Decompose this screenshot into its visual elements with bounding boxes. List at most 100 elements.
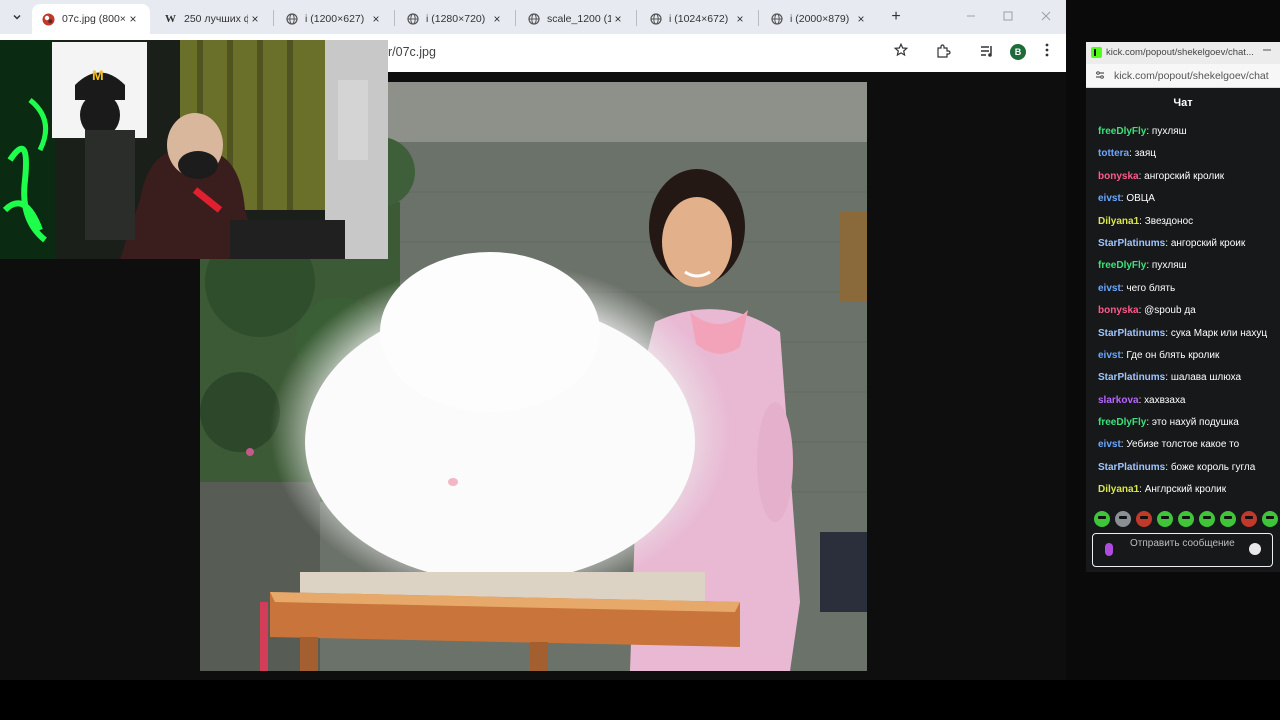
chat-message: bonyska: @spoub да [1098, 300, 1280, 322]
extensions-button[interactable] [934, 43, 952, 61]
chat-address-bar[interactable]: kick.com/popout/shekelgoev/chat [1086, 64, 1280, 88]
chat-username[interactable]: StarPlatinums [1098, 238, 1165, 249]
tab-i-1280x720[interactable]: i (1280×720) × [396, 4, 514, 34]
chat-username[interactable]: slarkova [1098, 395, 1139, 406]
chat-message: Dilyana1: Звездонос [1098, 211, 1280, 233]
chat-window-titlebar: kick.com/popout/shekelgoev/chat... [1086, 42, 1280, 64]
chat-text: пухляш [1151, 260, 1187, 272]
globe-icon [649, 13, 662, 26]
chat-username[interactable]: Dilyana1 [1098, 216, 1139, 227]
tab-title: i (1200×627) [305, 13, 365, 25]
emote-icon[interactable] [1241, 511, 1257, 527]
chat-message: StarPlatinums: шалава шлюха [1098, 367, 1280, 389]
tab-search-button[interactable] [6, 6, 28, 28]
chat-header-title: Чат [1173, 97, 1193, 109]
tab-title: i (1024×672) [669, 13, 729, 25]
chat-username[interactable]: eivst [1098, 193, 1121, 204]
chat-username[interactable]: StarPlatinums [1098, 462, 1165, 473]
chat-username[interactable]: eivst [1098, 439, 1121, 450]
chat-text: хахвзаха [1144, 394, 1186, 406]
kebab-menu-icon [1045, 43, 1049, 57]
tab-close-icon[interactable]: × [126, 12, 140, 26]
tab-separator [636, 10, 637, 26]
chat-username[interactable]: eivst [1098, 283, 1121, 294]
chat-username[interactable]: StarPlatinums [1098, 328, 1165, 339]
chat-username[interactable]: bonyska [1098, 171, 1139, 182]
emote-bar [1094, 508, 1280, 530]
emote-icon[interactable] [1178, 511, 1194, 527]
chat-username[interactable]: freeDlyFly [1098, 417, 1146, 428]
chat-message: StarPlatinums: сука Марк или нахуц [1098, 323, 1280, 345]
tab-250-best[interactable]: W 250 лучших ф × [154, 4, 272, 34]
chat-message: StarPlatinums: боже король гугла [1098, 457, 1280, 479]
chat-text: ангорский кроик [1170, 237, 1246, 249]
address-bar[interactable]: r/07c.jpg [388, 39, 924, 67]
emote-icon[interactable] [1136, 511, 1152, 527]
tab-scale-1200[interactable]: scale_1200 (1 × [517, 4, 635, 34]
chat-message-input[interactable]: Отправить сообщение [1092, 533, 1273, 567]
microphone-icon[interactable] [1105, 543, 1113, 556]
emote-icon[interactable] [1094, 511, 1110, 527]
tab-title: 250 лучших ф [184, 13, 248, 25]
chat-username[interactable]: Dilyana1 [1098, 484, 1139, 495]
tab-i-1200x627[interactable]: i (1200×627) × [275, 4, 393, 34]
emote-icon[interactable] [1220, 511, 1236, 527]
maximize-button[interactable] [996, 6, 1020, 28]
minimize-button[interactable] [959, 6, 983, 28]
emote-icon[interactable] [1157, 511, 1173, 527]
chat-text: чего блять [1126, 282, 1176, 294]
media-control-button[interactable] [978, 43, 996, 61]
tab-close-icon[interactable]: × [854, 12, 868, 26]
emote-icon[interactable] [1115, 511, 1131, 527]
desktop: 07c.jpg (800× × W 250 лучших ф × i (1200… [0, 0, 1280, 720]
tab-close-icon[interactable]: × [490, 12, 504, 26]
emote-icon[interactable] [1199, 511, 1215, 527]
globe-icon [285, 13, 298, 26]
chat-message: tottera: заяц [1098, 143, 1280, 165]
tab-close-icon[interactable]: × [611, 12, 625, 26]
chat-message: bonyska: ангорский кролик [1098, 166, 1280, 188]
chat-window-title: kick.com/popout/shekelgoev/chat... [1106, 47, 1254, 58]
chat-message: eivst: ОВЦА [1098, 188, 1280, 210]
chat-message: StarPlatinums: ангорский кроик [1098, 233, 1280, 255]
chat-popup-window: kick.com/popout/shekelgoev/chat... kick.… [1086, 42, 1280, 572]
site-settings-icon[interactable] [1095, 70, 1105, 83]
chat-username[interactable]: StarPlatinums [1098, 372, 1165, 383]
emoji-icon[interactable] [1249, 543, 1261, 555]
chat-text: ангорский кролик [1144, 170, 1225, 182]
tab-title: scale_1200 (1 [547, 13, 611, 25]
tab-close-icon[interactable]: × [733, 12, 747, 26]
image-icon [42, 13, 55, 26]
chat-text: Где он блять кролик [1126, 349, 1220, 361]
chat-username[interactable]: freeDlyFly [1098, 260, 1146, 271]
media-control-icon [981, 46, 992, 57]
tab-title: i (1280×720) [426, 13, 486, 25]
window-close-button[interactable] [1034, 6, 1058, 28]
tab-i-1024x672[interactable]: i (1024×672) × [639, 4, 757, 34]
kick-logo-icon [1091, 47, 1102, 58]
tab-separator [758, 10, 759, 26]
chat-minimize-button[interactable] [1262, 43, 1272, 57]
globe-icon [406, 13, 419, 26]
svg-text:M: M [92, 67, 104, 83]
chat-username[interactable]: eivst [1098, 350, 1121, 361]
tab-close-icon[interactable]: × [248, 12, 262, 26]
bottom-black-bar [0, 680, 1280, 720]
more-menu-button[interactable] [1038, 43, 1056, 61]
chat-username[interactable]: tottera [1098, 148, 1129, 159]
tab-close-icon[interactable]: × [369, 12, 383, 26]
new-tab-button[interactable]: + [886, 7, 906, 27]
puzzle-icon [937, 44, 951, 58]
tab-07c-jpg[interactable]: 07c.jpg (800× × [32, 4, 150, 34]
emote-icon[interactable] [1262, 511, 1278, 527]
chat-username[interactable]: freeDlyFly [1098, 126, 1146, 137]
tab-i-2000x879[interactable]: i (2000×879) × [760, 4, 878, 34]
profile-avatar[interactable]: B [1010, 44, 1026, 60]
chat-username[interactable]: bonyska [1098, 305, 1139, 316]
chat-input-placeholder: Отправить сообщение [1130, 538, 1235, 549]
bookmark-button[interactable] [893, 42, 909, 61]
chevron-down-icon [13, 14, 21, 20]
globe-icon [527, 13, 540, 26]
chat-message: Dilyana1: Англрский кролик [1098, 479, 1280, 501]
chat-message-list: freeDlyFly: пухляш tottera: заяц bonyska: … [1098, 121, 1280, 502]
